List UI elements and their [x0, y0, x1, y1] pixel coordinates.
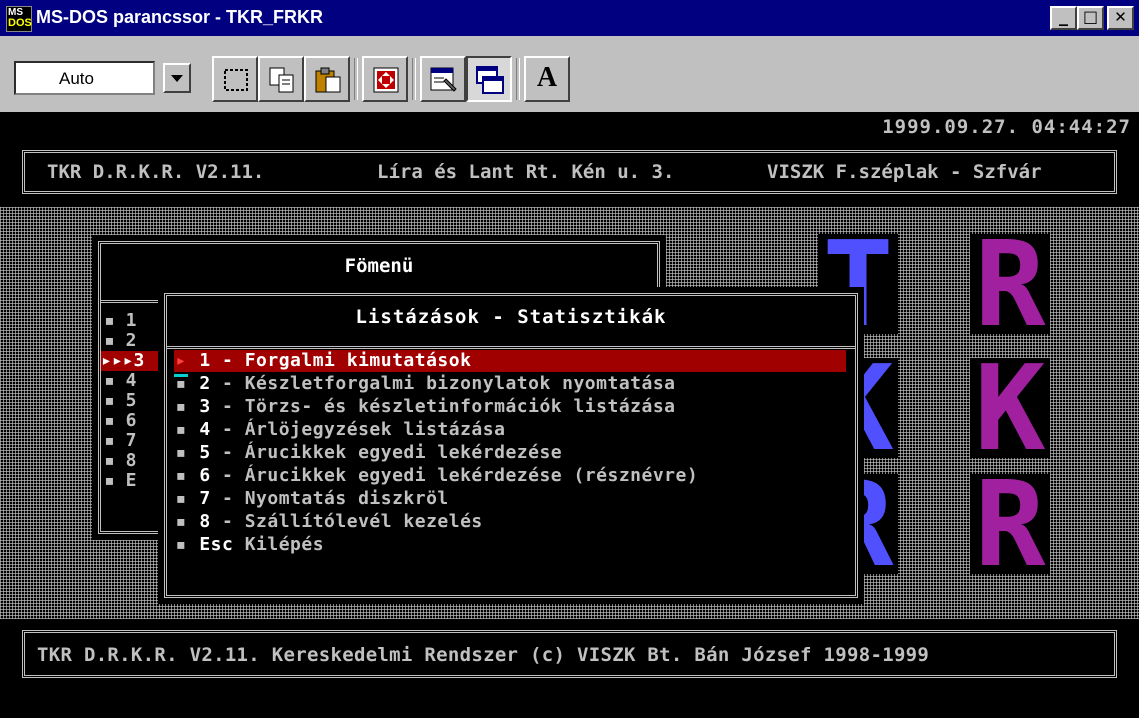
- font-button[interactable]: A: [524, 56, 570, 102]
- logo-letter-k-right: K: [970, 358, 1050, 458]
- bullet-icon: ▪: [175, 534, 187, 555]
- icon-text-bottom: DOS: [8, 17, 32, 29]
- datetime-display: 1999.09.27. 04:44:27: [882, 116, 1131, 138]
- footer-text: TKR D.R.K.R. V2.11. Kereskedelmi Rendsze…: [37, 644, 930, 666]
- submenu-label: - Árlöjegyzések listázása: [210, 419, 506, 440]
- submenu-label: - Készletforgalmi bizonylatok nyomtatása: [210, 373, 676, 394]
- submenu-title: Listázások - Statisztikák: [355, 306, 667, 328]
- close-button[interactable]: ✕: [1107, 6, 1134, 30]
- submenu-item-2[interactable]: ▪ 2 - Készletforgalmi bizonylatok nyomta…: [174, 373, 846, 395]
- window-title: MS-DOS parancssor - TKR_FRKR: [36, 7, 324, 27]
- bullet-icon: ▪: [175, 442, 187, 463]
- maximize-button[interactable]: □: [1077, 6, 1104, 30]
- bullet-icon: ▪: [175, 465, 187, 486]
- toolbar-separator: [516, 58, 520, 100]
- header-box: TKR D.R.K.R. V2.11. Líra és Lant Rt. Kén…: [22, 150, 1117, 194]
- submenu-label: - Szállítólevél kezelés: [210, 511, 483, 532]
- submenu-label: - Forgalmi kimutatások: [210, 350, 472, 371]
- main-menu-item[interactable]: ▪ 4: [104, 371, 164, 391]
- main-menu-item[interactable]: ▪ 2: [104, 331, 164, 351]
- main-menu-item[interactable]: ▪ 1: [104, 311, 164, 331]
- ms-dos-icon[interactable]: MS DOS: [6, 6, 32, 32]
- text-cursor: [174, 374, 188, 377]
- bullet-icon: ▪: [175, 419, 187, 440]
- paste-button[interactable]: [304, 56, 350, 102]
- mark-button[interactable]: [212, 56, 258, 102]
- submenu-item-3[interactable]: ▪ 3 - Törzs- és készletinformációk listá…: [174, 396, 846, 418]
- font-size-select[interactable]: Auto: [14, 61, 155, 95]
- properties-button[interactable]: [420, 56, 466, 102]
- submenu-item-4[interactable]: ▪ 4 - Árlöjegyzések listázása: [174, 419, 846, 441]
- submenu-label: - Árucikkek egyedi lekérdezése: [210, 442, 563, 463]
- submenu-item-6[interactable]: ▪ 6 - Árucikkek egyedi lekérdezése (rész…: [174, 465, 846, 487]
- toolbar-separator: [412, 58, 416, 100]
- minimize-button[interactable]: _: [1050, 6, 1077, 30]
- font-button-label: A: [536, 62, 558, 93]
- arrow-icon: ▸: [175, 350, 187, 371]
- bullet-icon: ▪: [175, 396, 187, 417]
- copy-button[interactable]: [258, 56, 304, 102]
- submenu-label: - Törzs- és készletinformációk listázása: [210, 396, 676, 417]
- submenu-panel: Listázások - Statisztikák ▸ 1 - Forgalmi…: [158, 287, 864, 604]
- logo-letter-r-bottom: R: [970, 474, 1050, 574]
- minimize-icon: _: [1059, 6, 1068, 27]
- background-icon: [476, 66, 504, 94]
- submenu-item-exit[interactable]: ▪ Esc Kilépés: [174, 534, 846, 556]
- submenu-item-8[interactable]: ▪ 8 - Szállítólevél kezelés: [174, 511, 846, 533]
- paste-icon: [315, 67, 341, 93]
- main-menu-title: Fömenü: [344, 255, 414, 277]
- submenu-key: 5: [199, 442, 211, 463]
- main-menu-item[interactable]: ▪ 5: [104, 391, 164, 411]
- submenu-key: Esc: [199, 534, 234, 555]
- header-branch: VISZK F.széplak - Szfvár: [767, 161, 1042, 183]
- submenu-key: 7: [199, 488, 211, 509]
- properties-icon: [430, 67, 457, 92]
- main-menu-item[interactable]: ▪ 6: [104, 411, 164, 431]
- close-icon: ✕: [1114, 8, 1127, 26]
- full-screen-icon: [373, 67, 399, 93]
- submenu-label: - Árucikkek egyedi lekérdezése (résznévr…: [210, 465, 699, 486]
- maximize-icon: □: [1082, 7, 1099, 26]
- submenu-item-7[interactable]: ▪ 7 - Nyomtatás diszkröl: [174, 488, 846, 510]
- submenu-label: Kilépés: [233, 534, 325, 555]
- font-size-value: Auto: [59, 69, 94, 88]
- main-menu-item[interactable]: ▪ 7: [104, 431, 164, 451]
- toolbar: Auto A: [0, 36, 1139, 112]
- submenu-label: - Nyomtatás diszkröl: [210, 488, 449, 509]
- console-area[interactable]: 1999.09.27. 04:44:27 TKR D.R.K.R. V2.11.…: [0, 112, 1139, 718]
- footer-box: TKR D.R.K.R. V2.11. Kereskedelmi Rendsze…: [22, 630, 1117, 678]
- copy-icon: [269, 67, 294, 93]
- bullet-icon: ▪: [175, 488, 187, 509]
- toolbar-separator: [354, 58, 358, 100]
- full-screen-button[interactable]: [362, 56, 408, 102]
- submenu-key: 4: [199, 419, 211, 440]
- submenu-key: 8: [199, 511, 211, 532]
- submenu-key: 1: [199, 350, 211, 371]
- background-button[interactable]: [466, 56, 512, 102]
- bullet-icon: ▪: [175, 511, 187, 532]
- header-company: Líra és Lant Rt. Kén u. 3.: [377, 161, 675, 183]
- mark-icon: [224, 69, 248, 91]
- main-menu-item-selected[interactable]: ▸▸▸3: [101, 351, 161, 371]
- font-size-dropdown-button[interactable]: [163, 63, 191, 93]
- window-title-bar[interactable]: MS DOS MS-DOS parancssor - TKR_FRKR _ □ …: [0, 0, 1139, 36]
- header-version: TKR D.R.K.R. V2.11.: [47, 161, 265, 183]
- submenu-key: 2: [199, 373, 211, 394]
- logo-letter-r-top: R: [970, 234, 1050, 334]
- main-menu-item[interactable]: ▪ 8: [104, 451, 164, 471]
- submenu-item-5[interactable]: ▪ 5 - Árucikkek egyedi lekérdezése: [174, 442, 846, 464]
- submenu-key: 6: [199, 465, 211, 486]
- submenu-item-1[interactable]: ▸ 1 - Forgalmi kimutatások: [174, 350, 846, 372]
- main-menu-item-exit[interactable]: ▪ E: [104, 471, 164, 491]
- submenu-key: 3: [199, 396, 211, 417]
